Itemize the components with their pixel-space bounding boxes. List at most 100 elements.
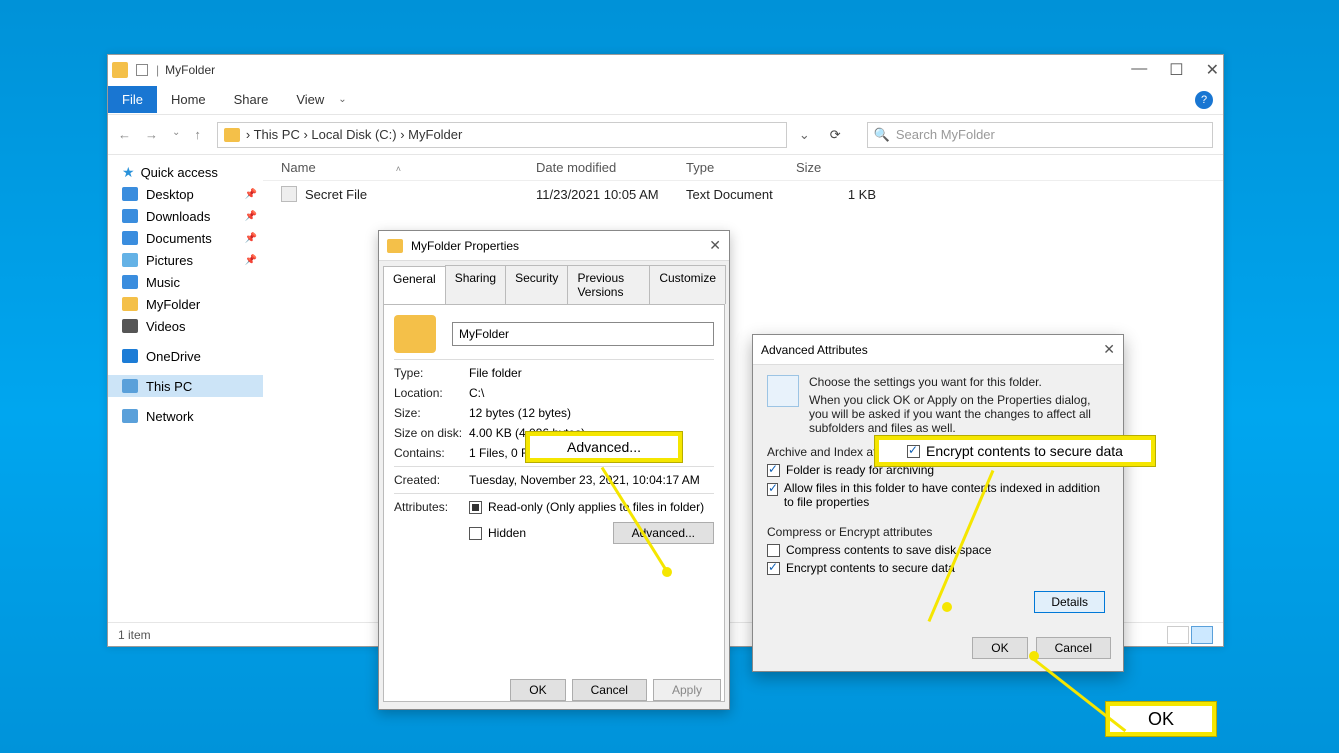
pointer-end [662,567,672,577]
folder-icon [122,297,138,311]
network-icon [122,409,138,423]
compress-checkbox[interactable]: Compress contents to save disk space [767,543,1109,557]
music-icon [122,275,138,289]
nav-pane: ★ Quick access Desktop📌 Downloads📌 Docum… [108,155,263,635]
apply-button[interactable]: Apply [653,679,721,701]
sidebar-this-pc[interactable]: This PC [108,375,263,397]
nav-up-icon[interactable]: ↑ [194,127,201,142]
tab-previous[interactable]: Previous Versions [567,265,650,304]
nav-back-icon[interactable]: ← [118,127,131,142]
sidebar-item-videos[interactable]: Videos [108,315,263,337]
sidebar-item-desktop[interactable]: Desktop📌 [108,183,263,205]
text-file-icon [281,186,297,202]
folder-icon [224,128,240,142]
hidden-checkbox[interactable]: Hidden [469,526,526,540]
window-title: MyFolder [165,63,215,77]
properties-tabs: General Sharing Security Previous Versio… [379,261,729,304]
ok-button[interactable]: OK [972,637,1027,659]
nav-history-icon[interactable]: ⌄ [172,127,180,142]
pin-icon: 📌 [245,255,257,266]
checkbox-icon [767,562,780,575]
tab-security[interactable]: Security [505,265,568,304]
pointer-end [942,602,952,612]
pictures-icon [122,253,138,267]
sidebar-item-music[interactable]: Music [108,271,263,293]
cancel-button[interactable]: Cancel [1036,637,1111,659]
callout-advanced: Advanced... [526,432,682,462]
search-input[interactable]: 🔍 Search MyFolder [867,122,1213,148]
sidebar-item-myfolder[interactable]: MyFolder [108,293,263,315]
adv-titlebar[interactable]: Advanced Attributes ✕ [753,335,1123,365]
pin-icon: 📌 [245,189,257,200]
properties-titlebar[interactable]: MyFolder Properties ✕ [379,231,729,261]
column-headers[interactable]: Name˄ Date modified Type Size [263,155,1223,181]
close-button[interactable]: ✕ [1206,60,1219,80]
folder-icon [387,239,403,253]
qat-icon[interactable] [136,64,148,76]
tab-view[interactable]: View [282,86,338,113]
nav-forward-icon[interactable]: → [145,127,158,142]
checkbox-icon [907,445,920,458]
tab-general[interactable]: General [383,266,446,305]
refresh-icon[interactable]: ⟳ [822,127,849,143]
ok-button[interactable]: OK [510,679,565,701]
documents-icon [122,231,138,245]
pc-icon [122,379,138,393]
close-icon[interactable]: ✕ [1103,341,1115,358]
general-tab-page: MyFolder Type:File folder Location:C:\ S… [383,304,725,702]
tab-share[interactable]: Share [220,86,283,113]
folder-name-input[interactable]: MyFolder [452,322,714,346]
advanced-button[interactable]: Advanced... [613,522,714,544]
desktop-icon [122,187,138,201]
sidebar-item-pictures[interactable]: Pictures📌 [108,249,263,271]
videos-icon [122,319,138,333]
star-icon: ★ [122,164,135,181]
view-details-button[interactable] [1191,626,1213,644]
checkbox-icon [767,483,778,496]
tab-sharing[interactable]: Sharing [445,265,506,304]
sidebar-quick-access[interactable]: ★ Quick access [108,161,263,183]
explorer-titlebar[interactable]: | MyFolder — ☐ ✕ [108,55,1223,85]
compress-section-label: Compress or Encrypt attributes [767,525,1109,539]
help-icon[interactable]: ? [1195,91,1213,109]
tab-home[interactable]: Home [157,86,220,113]
readonly-checkbox[interactable]: Read-only (Only applies to files in fold… [469,500,714,514]
encrypt-checkbox[interactable]: Encrypt contents to secure data [767,561,1109,575]
sidebar-onedrive[interactable]: OneDrive [108,345,263,367]
search-icon: 🔍 [874,127,890,143]
checkbox-icon [469,527,482,540]
breadcrumb-dropdown-icon[interactable]: ⌄ [793,127,816,143]
pin-icon: 📌 [245,233,257,244]
details-button[interactable]: Details [1034,591,1105,613]
index-checkbox[interactable]: Allow files in this folder to have conte… [767,481,1109,509]
checkbox-icon [767,464,780,477]
maximize-button[interactable]: ☐ [1169,60,1183,80]
callout-encrypt: Encrypt contents to secure data [875,436,1155,466]
cloud-icon [122,349,138,363]
folder-icon [394,315,436,353]
folder-icon [112,62,128,78]
breadcrumb[interactable]: › This PC › Local Disk (C:) › MyFolder [217,122,787,148]
tab-customize[interactable]: Customize [649,265,726,304]
sidebar-item-downloads[interactable]: Downloads📌 [108,205,263,227]
pin-icon: 📌 [245,211,257,222]
address-bar: ← → ⌄ ↑ › This PC › Local Disk (C:) › My… [108,115,1223,155]
downloads-icon [122,209,138,223]
properties-dialog: MyFolder Properties ✕ General Sharing Se… [378,230,730,710]
advanced-attributes-dialog: Advanced Attributes ✕ Choose the setting… [752,334,1124,672]
file-row[interactable]: Secret File 11/23/2021 10:05 AM Text Doc… [263,181,1223,207]
info-icon [767,375,799,407]
ribbon: File Home Share View ⌄ ? [108,85,1223,115]
minimize-button[interactable]: — [1131,60,1147,80]
sort-indicator-icon: ˄ [396,164,401,174]
ribbon-collapse-icon[interactable]: ⌄ [338,94,346,105]
checkbox-icon [469,501,482,514]
sidebar-network[interactable]: Network [108,405,263,427]
tab-file[interactable]: File [108,86,157,113]
pointer-end [1029,651,1039,661]
close-icon[interactable]: ✕ [709,237,721,254]
view-thumbnail-button[interactable] [1167,626,1189,644]
cancel-button[interactable]: Cancel [572,679,647,701]
sidebar-item-documents[interactable]: Documents📌 [108,227,263,249]
checkbox-icon [767,544,780,557]
